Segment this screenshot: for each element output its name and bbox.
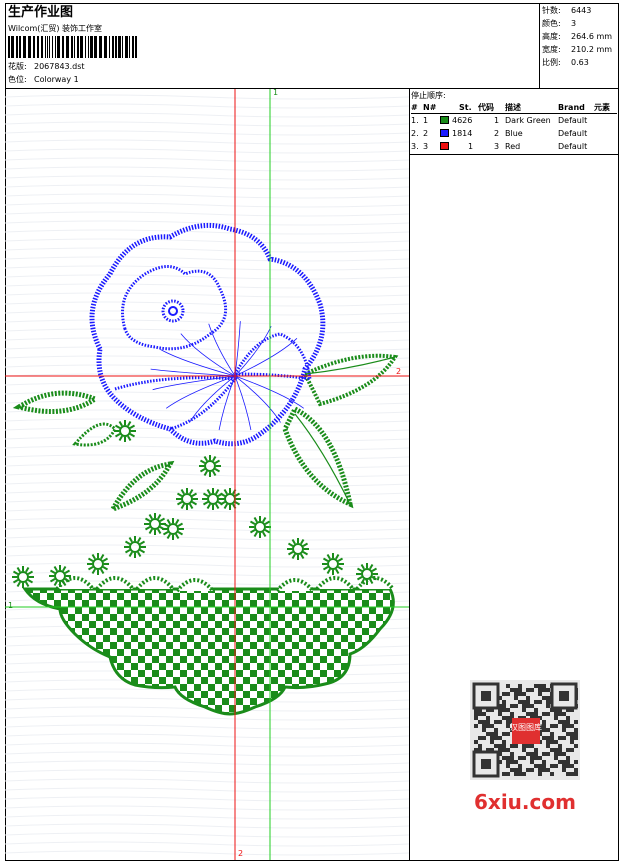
stat-height-label: 高度: [542,32,561,41]
green-guide-top-label: 1 [273,88,279,97]
stat-scale-label: 比例: [542,58,561,67]
color-swatch-blue [440,129,449,137]
stat-stitches-label: 针数: [542,6,561,15]
col-hash: # [411,103,418,112]
col-brand: Brand [558,103,585,112]
row-code: 2 [494,129,500,138]
row-brand: Default [558,129,588,138]
col-stitches: St. [459,103,472,112]
red-guide-bottom-label: 2 [238,849,244,858]
row-stitches: 4626 [452,116,473,125]
row-n: 2 [423,129,429,138]
row-n: 1 [423,116,429,125]
design-canvas [5,89,409,860]
barcode [8,36,137,58]
page-title: 生产作业图 [8,5,74,20]
qr-code-watermark: 汉图图库 [470,680,580,780]
col-elements: 元素 [594,103,610,112]
colorway-label: 色位: [8,75,27,84]
col-n: N# [423,103,437,112]
design-file: 2067843.dst [34,62,85,71]
design-label: 花版: [8,62,27,71]
stop-sequence-title: 停止顺序: [411,91,446,100]
row-brand: Default [558,116,588,125]
stat-width-value: 210.2 mm [571,45,613,54]
watermark-site: 6xiu.com [474,790,576,814]
stat-colors-value: 3 [571,19,577,28]
row-brand: Default [558,142,588,151]
stop-sequence-divider [409,154,619,155]
qr-stamp-text: 汉图图库 [510,722,542,732]
col-description: 描述 [505,103,521,112]
table-header-rule [411,113,617,114]
row-description: Dark Green [505,116,551,125]
stat-height-value: 264.6 mm [571,32,613,41]
color-swatch-red [440,142,449,150]
row-num: 2. [411,129,419,138]
company-name: Wilcom(汇贸) 装饰工作室 [8,24,103,33]
checker-border [22,587,395,716]
row-num: 1. [411,116,419,125]
row-code: 3 [494,142,500,151]
col-code: 代码 [478,103,494,112]
row-description: Red [505,142,521,151]
stat-stitches-value: 6443 [571,6,592,15]
row-stitches: 1814 [452,129,473,138]
stat-width-label: 宽度: [542,45,561,54]
blue-rose [89,222,326,447]
stat-scale-value: 0.63 [571,58,589,67]
red-guide-right-label: 2 [396,367,402,376]
row-stitches: 1 [468,142,474,151]
row-description: Blue [505,129,523,138]
colorway-value: Colorway 1 [34,75,79,84]
green-guide-left-label: 1 [8,601,14,610]
row-n: 3 [423,142,429,151]
row-code: 1 [494,116,500,125]
stat-colors-label: 颜色: [542,19,561,28]
row-num: 3. [411,142,419,151]
color-swatch-green [440,116,449,124]
